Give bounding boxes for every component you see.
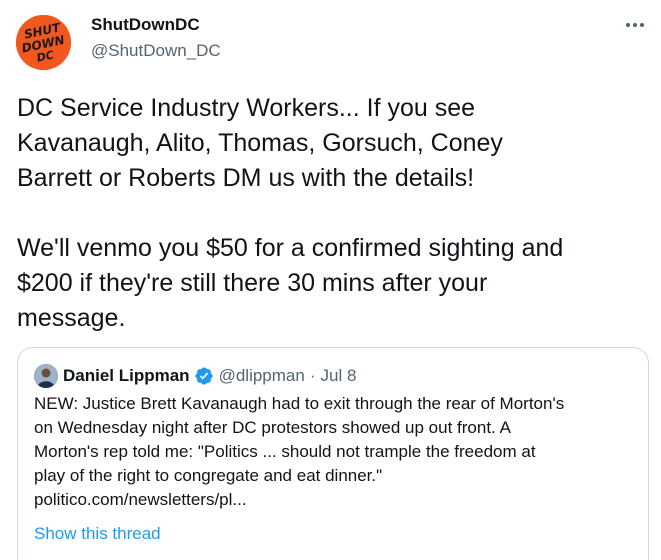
dot-separator: ·	[309, 366, 316, 385]
verified-badge-icon	[195, 367, 213, 385]
more-horizontal-icon	[626, 23, 630, 27]
quoted-author-handle[interactable]: @dlippman	[219, 366, 305, 386]
author-avatar[interactable]: SHUT DOWN DC	[16, 15, 71, 70]
quoted-tweet-text: NEW: Justice Brett Kavanaugh had to exit…	[34, 394, 565, 509]
quoted-tweet-card[interactable]: Daniel Lippman @dlippman · Jul 8 NEW: Ju…	[17, 347, 649, 560]
author-info: ShutDownDC @ShutDown_DC	[91, 14, 221, 62]
author-display-name[interactable]: ShutDownDC	[91, 14, 221, 36]
person-avatar-icon	[34, 364, 58, 388]
quoted-author-name[interactable]: Daniel Lippman	[63, 366, 190, 386]
more-options-button[interactable]	[620, 14, 650, 36]
author-handle[interactable]: @ShutDown_DC	[91, 40, 221, 62]
show-thread-link[interactable]: Show this thread	[34, 523, 161, 545]
quoted-tweet-header: Daniel Lippman @dlippman · Jul 8	[34, 363, 356, 389]
tweet-text: DC Service Industry Workers... If you se…	[17, 94, 564, 332]
quoted-tweet-date[interactable]: Jul 8	[321, 366, 357, 386]
quoted-author-avatar[interactable]	[34, 364, 58, 388]
shutdowndc-logo: SHUT DOWN DC	[16, 15, 71, 70]
tweet: SHUT DOWN DC ShutDownDC @ShutDown_DC DC …	[0, 0, 661, 560]
